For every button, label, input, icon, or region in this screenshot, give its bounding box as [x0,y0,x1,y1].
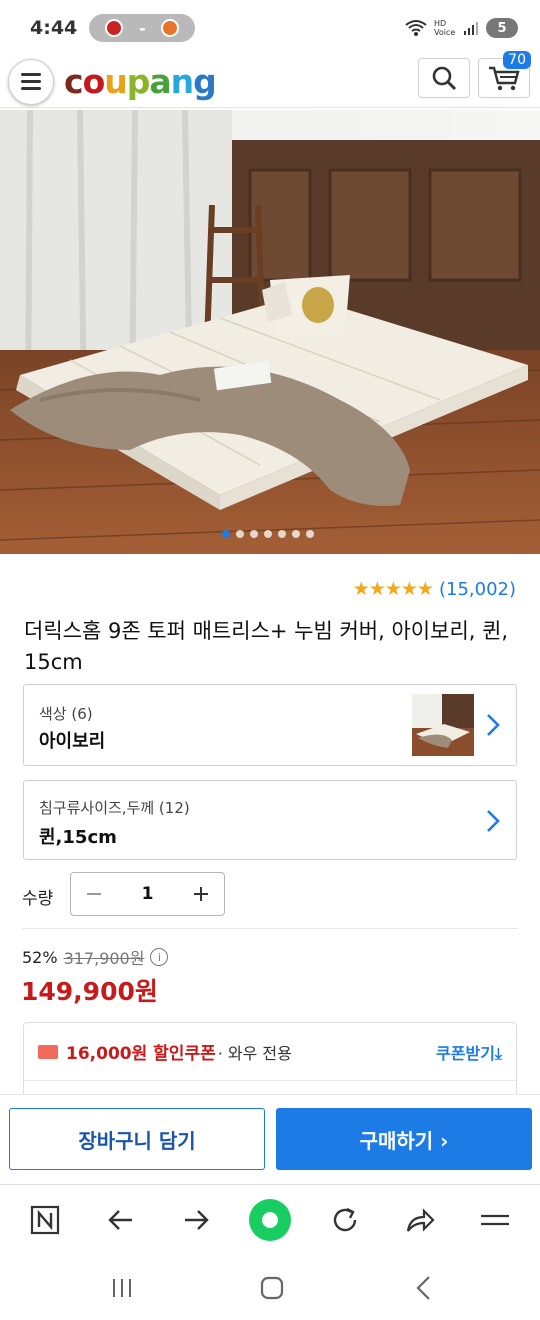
carousel-dot[interactable] [236,530,244,538]
decrease-quantity-button[interactable] [71,873,117,915]
menu-button[interactable] [8,58,54,105]
increase-quantity-button[interactable] [178,873,224,915]
logo-letter: o [82,62,106,101]
carousel-dot[interactable] [292,530,300,538]
product-rating[interactable]: ★★★★★ (15,002) [353,578,516,600]
coupon-icon [38,1044,58,1059]
status-time: 4:44 [30,17,78,39]
share-icon [406,1208,435,1232]
option-value: 아이보리 [39,731,106,752]
hamburger-line [21,87,41,90]
search-button[interactable] [418,58,470,98]
carousel-dot[interactable] [278,530,286,538]
baseball-team-icon-2 [161,19,180,37]
status-bar: 4:44 - HD Voice 5 [0,0,540,56]
green-dot-button[interactable] [249,1199,291,1241]
coupon-amount: 16,000원 할인쿠폰 [66,1044,216,1064]
logo-letter: a [149,62,171,101]
coupon-row[interactable]: 16,000원 할인쿠폰 · 와우 전용 쿠폰받기⤓ [24,1023,516,1081]
coupon-condition: · 와우 전용 [217,1043,292,1063]
app-header: coupang 70 [0,51,540,108]
purchase-bar: 장바구니 담기 구매하기 › [0,1094,540,1184]
carousel-indicators [222,530,314,538]
wifi-icon [405,20,427,36]
coupon-box: 16,000원 할인쿠폰 · 와우 전용 쿠폰받기⤓ [23,1022,517,1102]
carousel-dot[interactable] [264,530,272,538]
baseball-team-icon [105,19,124,37]
share-button[interactable] [399,1199,441,1241]
recent-apps-button[interactable] [104,1270,140,1306]
back-button[interactable] [100,1199,142,1241]
add-to-cart-button[interactable]: 장바구니 담기 [9,1108,265,1170]
rating-stars: ★★★★★ [352,578,434,600]
review-count-link[interactable]: (15,002) [439,579,516,600]
divider [22,928,518,929]
refresh-icon [333,1207,357,1232]
naver-home-button[interactable] [24,1199,66,1241]
color-option-selector[interactable]: 색상 (6) 아이보리 [23,684,517,766]
discount-rate: 52% [22,947,58,967]
logo-letter: n [170,62,194,101]
get-coupon-button[interactable]: 쿠폰받기⤓ [436,1040,502,1064]
option-label: 색상 (6) [39,705,93,723]
size-option-selector[interactable]: 침구류사이즈,두께 (12) 퀸,15cm [23,780,517,860]
product-title: 더릭스홈 9존 토퍼 매트리스+ 누빔 커버, 아이보리, 퀸, 15cm [24,619,509,674]
system-back-button[interactable] [406,1270,442,1306]
plus-icon [194,887,208,901]
quantity-stepper[interactable]: 1 [70,872,225,916]
carousel-dot[interactable] [306,530,314,538]
search-icon [432,66,457,91]
buy-now-button[interactable]: 구매하기 › [276,1108,532,1170]
coupang-logo[interactable]: coupang [64,62,217,101]
cart-button[interactable]: 70 [478,51,531,98]
option-value: 퀸,15cm [39,827,117,848]
signal-icon [464,22,478,35]
arrow-right-icon [185,1210,209,1230]
chevron-left-icon [416,1276,430,1300]
logo-letter: c [64,62,84,101]
original-price: 317,900원 [63,949,145,968]
product-image-carousel[interactable] [0,110,540,554]
notification-pill: - [89,14,196,42]
system-navigation-bar [0,1254,540,1320]
minus-icon [87,893,101,895]
quantity-label: 수량 [22,889,54,909]
carousel-dot[interactable] [222,530,230,538]
cart-count-badge: 70 [503,51,531,69]
recent-apps-icon [113,1279,131,1297]
logo-letter: p [126,62,151,101]
info-icon[interactable]: i [150,948,169,966]
product-photo [0,110,540,554]
option-thumbnail [412,694,474,756]
browser-toolbar [0,1184,540,1254]
arrow-left-icon [108,1210,132,1230]
logo-letter: g [193,62,217,101]
refresh-button[interactable] [324,1199,366,1241]
status-icons: HD Voice 5 [405,18,518,38]
chevron-right-icon [487,810,500,832]
naver-n-icon [30,1205,60,1235]
home-button[interactable] [254,1270,290,1306]
forward-button[interactable] [175,1199,217,1241]
logo-letter: u [104,62,127,101]
hamburger-line [21,80,41,83]
menu-icon [481,1214,509,1226]
hd-voice-icon: HD Voice [434,19,456,37]
score-separator: - [138,18,146,38]
carousel-dot[interactable] [250,530,258,538]
sale-price: 149,900원 [21,977,158,1006]
battery-icon: 5 [486,18,518,38]
browser-menu-button[interactable] [474,1199,516,1241]
home-icon [260,1276,284,1300]
green-dot-icon [249,1199,291,1241]
quantity-value[interactable]: 1 [117,884,178,904]
discount-row: 52% 317,900원 i [22,945,169,969]
chevron-right-icon [487,714,500,736]
option-label: 침구류사이즈,두께 (12) [39,799,190,817]
hamburger-icon [21,73,41,76]
